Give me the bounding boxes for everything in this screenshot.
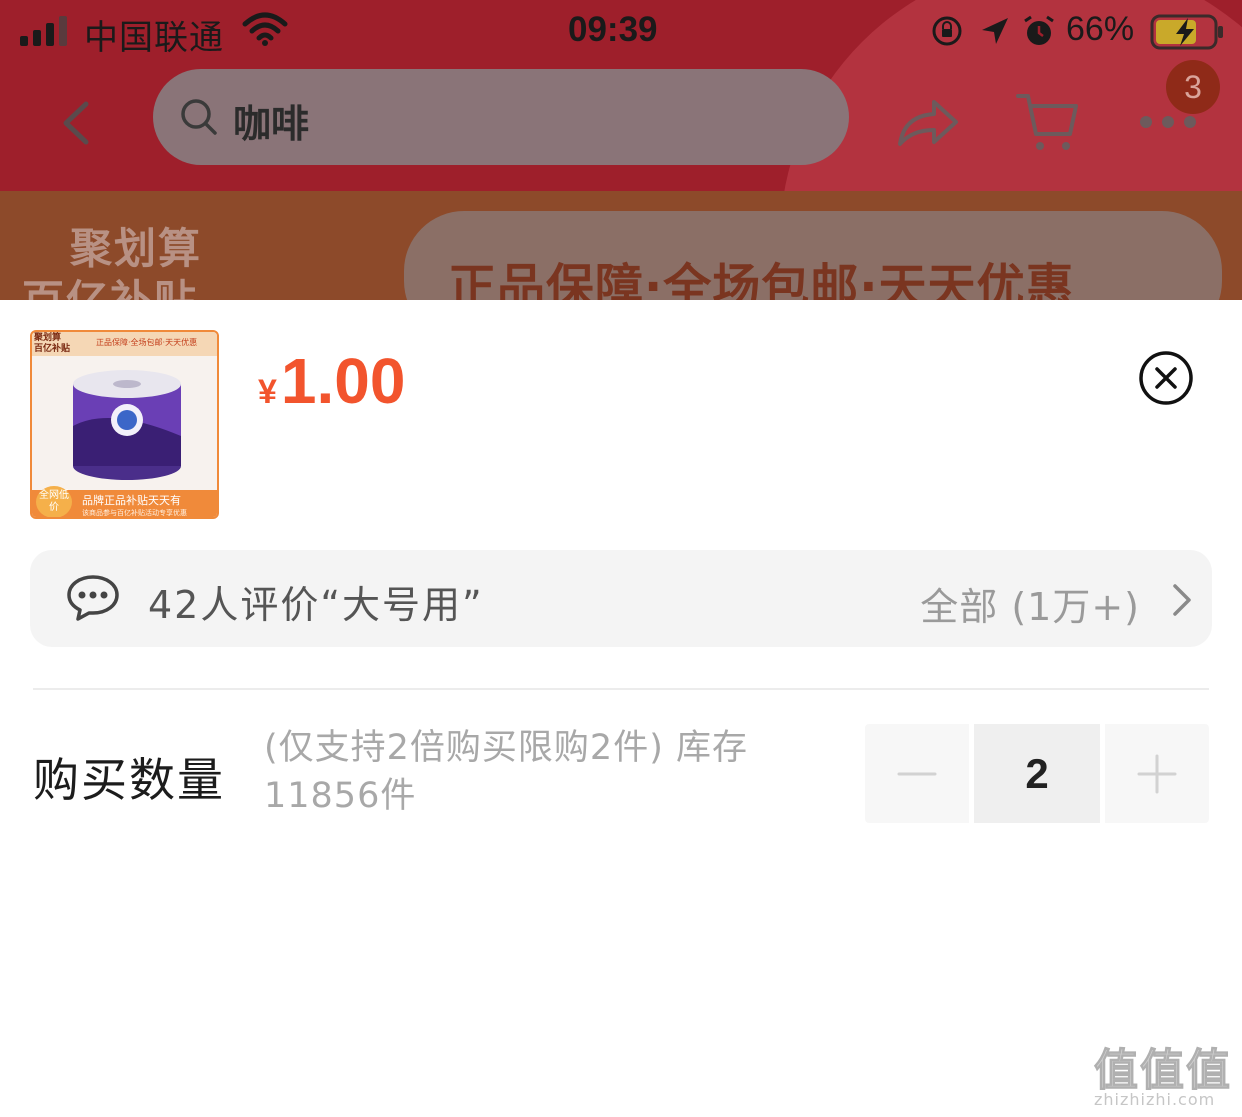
cart-icon[interactable] (1014, 90, 1080, 156)
sku-bottom-sheet: 聚划算 百亿补贴 正品保障·全场包邮·天天优惠 全网低价 品牌正品补贴天天有 该… (0, 300, 1242, 1117)
tissue-roll-image (73, 370, 181, 480)
chevron-left-icon[interactable] (56, 98, 96, 148)
chevron-right-icon (1173, 584, 1191, 616)
quantity-stepper: 2 (865, 724, 1209, 823)
search-bar[interactable]: 咖啡 (153, 69, 849, 165)
review-all-link[interactable]: 全部 (1万+) (920, 576, 1140, 631)
promo-banner: 聚划算 百亿补贴 正品保障·全场包邮·天天优惠 (0, 191, 1242, 300)
decrease-quantity-button[interactable] (865, 724, 969, 823)
status-bar: 中国联通 09:39 66% (0, 0, 1242, 64)
orientation-lock-icon (932, 16, 962, 46)
plus-icon (1137, 754, 1177, 794)
battery-percent: 66% (1066, 10, 1135, 48)
thumbnail-low-price-badge: 全网低价 (36, 486, 72, 517)
watermark-logo-text: 值值值 (1094, 1045, 1232, 1097)
clock: 09:39 (568, 10, 658, 49)
search-icon (181, 99, 217, 135)
top-nav-bar: 咖啡 3 (0, 60, 1242, 190)
quantity-limit-note: (仅支持2倍购买限购2件) 库存11856件 (264, 728, 748, 816)
wifi-icon (242, 12, 288, 46)
carrier-name: 中国联通 (84, 18, 224, 58)
review-summary-text: 42人评价“大号用” (148, 583, 484, 627)
quantity-value[interactable]: 2 (974, 724, 1100, 823)
site-watermark: 值值值 zhizhizhi.com (1094, 1034, 1234, 1114)
share-icon[interactable] (896, 92, 960, 152)
price-amount: 1.00 (280, 345, 406, 417)
promo-slogan: 正品保障·全场包邮·天天优惠 (448, 259, 1075, 300)
alarm-icon (1024, 15, 1054, 45)
more-icon[interactable] (1138, 114, 1198, 130)
battery-icon (1150, 14, 1223, 50)
thumbnail-bottom-text: 品牌正品补贴天天有 (82, 494, 181, 507)
product-price: ¥1.00 (258, 344, 405, 418)
product-thumbnail[interactable]: 聚划算 百亿补贴 正品保障·全场包邮·天天优惠 全网低价 品牌正品补贴天天有 该… (30, 330, 219, 519)
thumbnail-bottom-subtext: 该商品参与百亿补贴活动专享优惠 (82, 509, 187, 517)
currency-symbol: ¥ (258, 373, 277, 411)
search-query: 咖啡 (233, 102, 310, 146)
cart-count-badge: 3 (1166, 60, 1220, 114)
quantity-label: 购买数量 (33, 753, 225, 807)
promo-brand-line2: 百亿补贴 (22, 267, 198, 300)
thumbnail-slogan: 正品保障·全场包邮·天天优惠 (96, 338, 198, 347)
increase-quantity-button[interactable] (1105, 724, 1209, 823)
review-summary-bar[interactable]: 42人评价“大号用” 全部 (1万+) (30, 550, 1212, 647)
comment-icon (67, 575, 119, 621)
location-icon (982, 18, 1008, 44)
signal-icon (20, 16, 67, 46)
watermark-url: zhizhizhi.com (1094, 1090, 1216, 1109)
section-divider (33, 688, 1209, 690)
close-icon[interactable] (1138, 350, 1194, 406)
background-app: 中国联通 09:39 66% 咖啡 3 聚划算 正品保障·全场包邮·天天优惠 (0, 0, 1242, 300)
thumbnail-brand-tag: 聚划算 百亿补贴 (34, 333, 71, 354)
minus-icon (897, 772, 937, 776)
